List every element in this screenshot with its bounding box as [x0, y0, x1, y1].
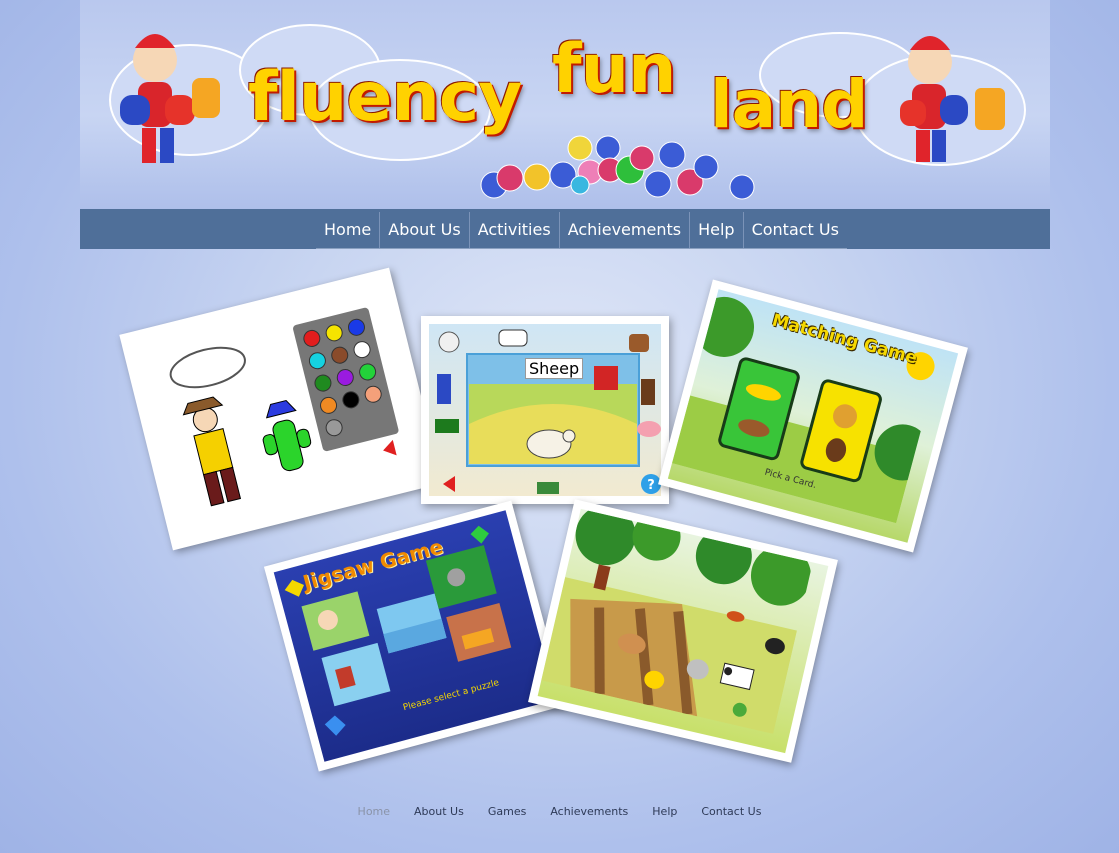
- logo-word-fluency: fluency: [248, 58, 522, 137]
- footer-games[interactable]: Games: [488, 805, 526, 818]
- nav-home[interactable]: Home: [316, 212, 381, 248]
- footer-home[interactable]: Home: [358, 805, 390, 818]
- logo-word-fun: fun: [552, 30, 676, 109]
- nav-about-us[interactable]: About Us: [380, 212, 470, 248]
- footer-help[interactable]: Help: [652, 805, 677, 818]
- animal-caption: Sheep: [525, 358, 584, 379]
- farm-scene-image: [541, 508, 811, 734]
- footer-nav: Home About Us Games Achievements Help Co…: [358, 805, 762, 818]
- svg-text:?: ?: [647, 478, 655, 493]
- farm-scene-thumbnail[interactable]: [528, 499, 838, 763]
- nav-achievements[interactable]: Achievements: [560, 212, 691, 248]
- footer-about-us[interactable]: About Us: [414, 805, 464, 818]
- matching-game-thumbnail[interactable]: Matching Game Pick a Card.: [658, 279, 968, 553]
- footer-contact-us[interactable]: Contact Us: [701, 805, 761, 818]
- nav-contact-us[interactable]: Contact Us: [744, 212, 847, 248]
- logo-word-land: land: [710, 66, 868, 143]
- farm-animals-game-thumbnail[interactable]: ? Sheep: [421, 316, 669, 504]
- nav-help[interactable]: Help: [690, 212, 744, 248]
- nav-activities[interactable]: Activities: [470, 212, 560, 248]
- coloring-game-image: [169, 307, 399, 507]
- site-header: fluency fun land: [80, 0, 1050, 210]
- jigsaw-game-thumbnail[interactable]: Jigsaw Game Please select a puzzle: [263, 500, 567, 772]
- footer-achievements[interactable]: Achievements: [550, 805, 628, 818]
- farm-animals-game-image: ?: [435, 329, 661, 494]
- main-nav: Home About Us Activities Achievements He…: [80, 209, 1050, 249]
- coloring-game-thumbnail[interactable]: [119, 267, 443, 551]
- footer: Home About Us Games Achievements Help Co…: [0, 800, 1119, 819]
- nav-menu: Home About Us Activities Achievements He…: [316, 212, 847, 249]
